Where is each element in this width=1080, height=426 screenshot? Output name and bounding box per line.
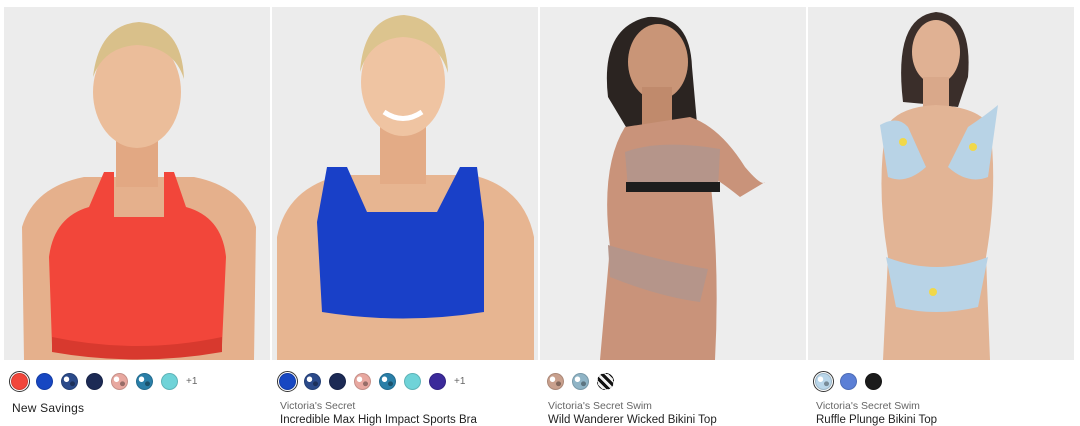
more-colors-label[interactable]: +1 [186,376,197,387]
product-photo-lemon-ruffle-bikini-icon [808,7,1074,360]
product-image[interactable] [808,7,1074,360]
product-title[interactable]: Wild Wanderer Wicked Bikini Top [548,414,717,426]
color-swatch-leopard[interactable] [547,372,564,390]
product-brand: Victoria's Secret Swim [816,400,920,412]
color-swatch-navy-print[interactable] [304,372,321,390]
color-swatch-lemon-print[interactable] [813,370,834,392]
color-swatch-periwinkle[interactable] [840,372,857,390]
product-card[interactable]: +1 New Savings [4,0,270,424]
color-swatch-black[interactable] [865,372,882,390]
more-colors-label[interactable]: +1 [454,376,465,387]
product-photo-blue-sports-bra-icon [272,7,538,360]
product-image[interactable] [272,7,538,360]
color-swatch-purple[interactable] [429,372,446,390]
product-image[interactable] [540,7,806,360]
color-swatches [813,370,882,392]
product-grid: +1 New Savings +1 Victoria's Secret Incr… [0,0,1080,426]
color-swatch-royal-blue[interactable] [36,372,53,390]
product-brand: Victoria's Secret [280,400,356,412]
color-swatch-teal-print[interactable] [379,372,396,390]
product-card[interactable]: +1 Victoria's Secret Incredible Max High… [272,0,538,426]
product-card[interactable]: Victoria's Secret Swim Wild Wanderer Wic… [540,0,806,426]
color-swatch-navy[interactable] [86,372,103,390]
color-swatches: +1 [9,370,197,392]
color-swatch-aqua[interactable] [404,372,421,390]
product-image[interactable] [4,7,270,360]
product-card[interactable]: Victoria's Secret Swim Ruffle Plunge Bik… [808,0,1074,426]
color-swatch-aqua[interactable] [161,372,178,390]
color-swatch-pink-print[interactable] [111,372,128,390]
color-swatch-royal-blue[interactable] [277,370,298,392]
color-swatches [547,371,614,391]
product-badge: New Savings [12,401,85,415]
color-swatch-pink-print[interactable] [354,372,371,390]
color-swatch-zebra[interactable] [597,372,614,390]
color-swatches: +1 [277,370,465,392]
color-swatch-navy[interactable] [329,372,346,390]
color-swatch-teal-print[interactable] [136,372,153,390]
product-photo-coral-sports-bra-icon [4,7,270,360]
color-swatch-coral[interactable] [9,370,30,392]
product-title[interactable]: Incredible Max High Impact Sports Bra [280,414,477,426]
product-title[interactable]: Ruffle Plunge Bikini Top [816,414,937,426]
color-swatch-navy-print[interactable] [61,372,78,390]
color-swatch-blue-leopard[interactable] [572,372,589,390]
product-brand: Victoria's Secret Swim [548,400,652,412]
product-photo-leopard-bikini-icon [540,7,806,360]
